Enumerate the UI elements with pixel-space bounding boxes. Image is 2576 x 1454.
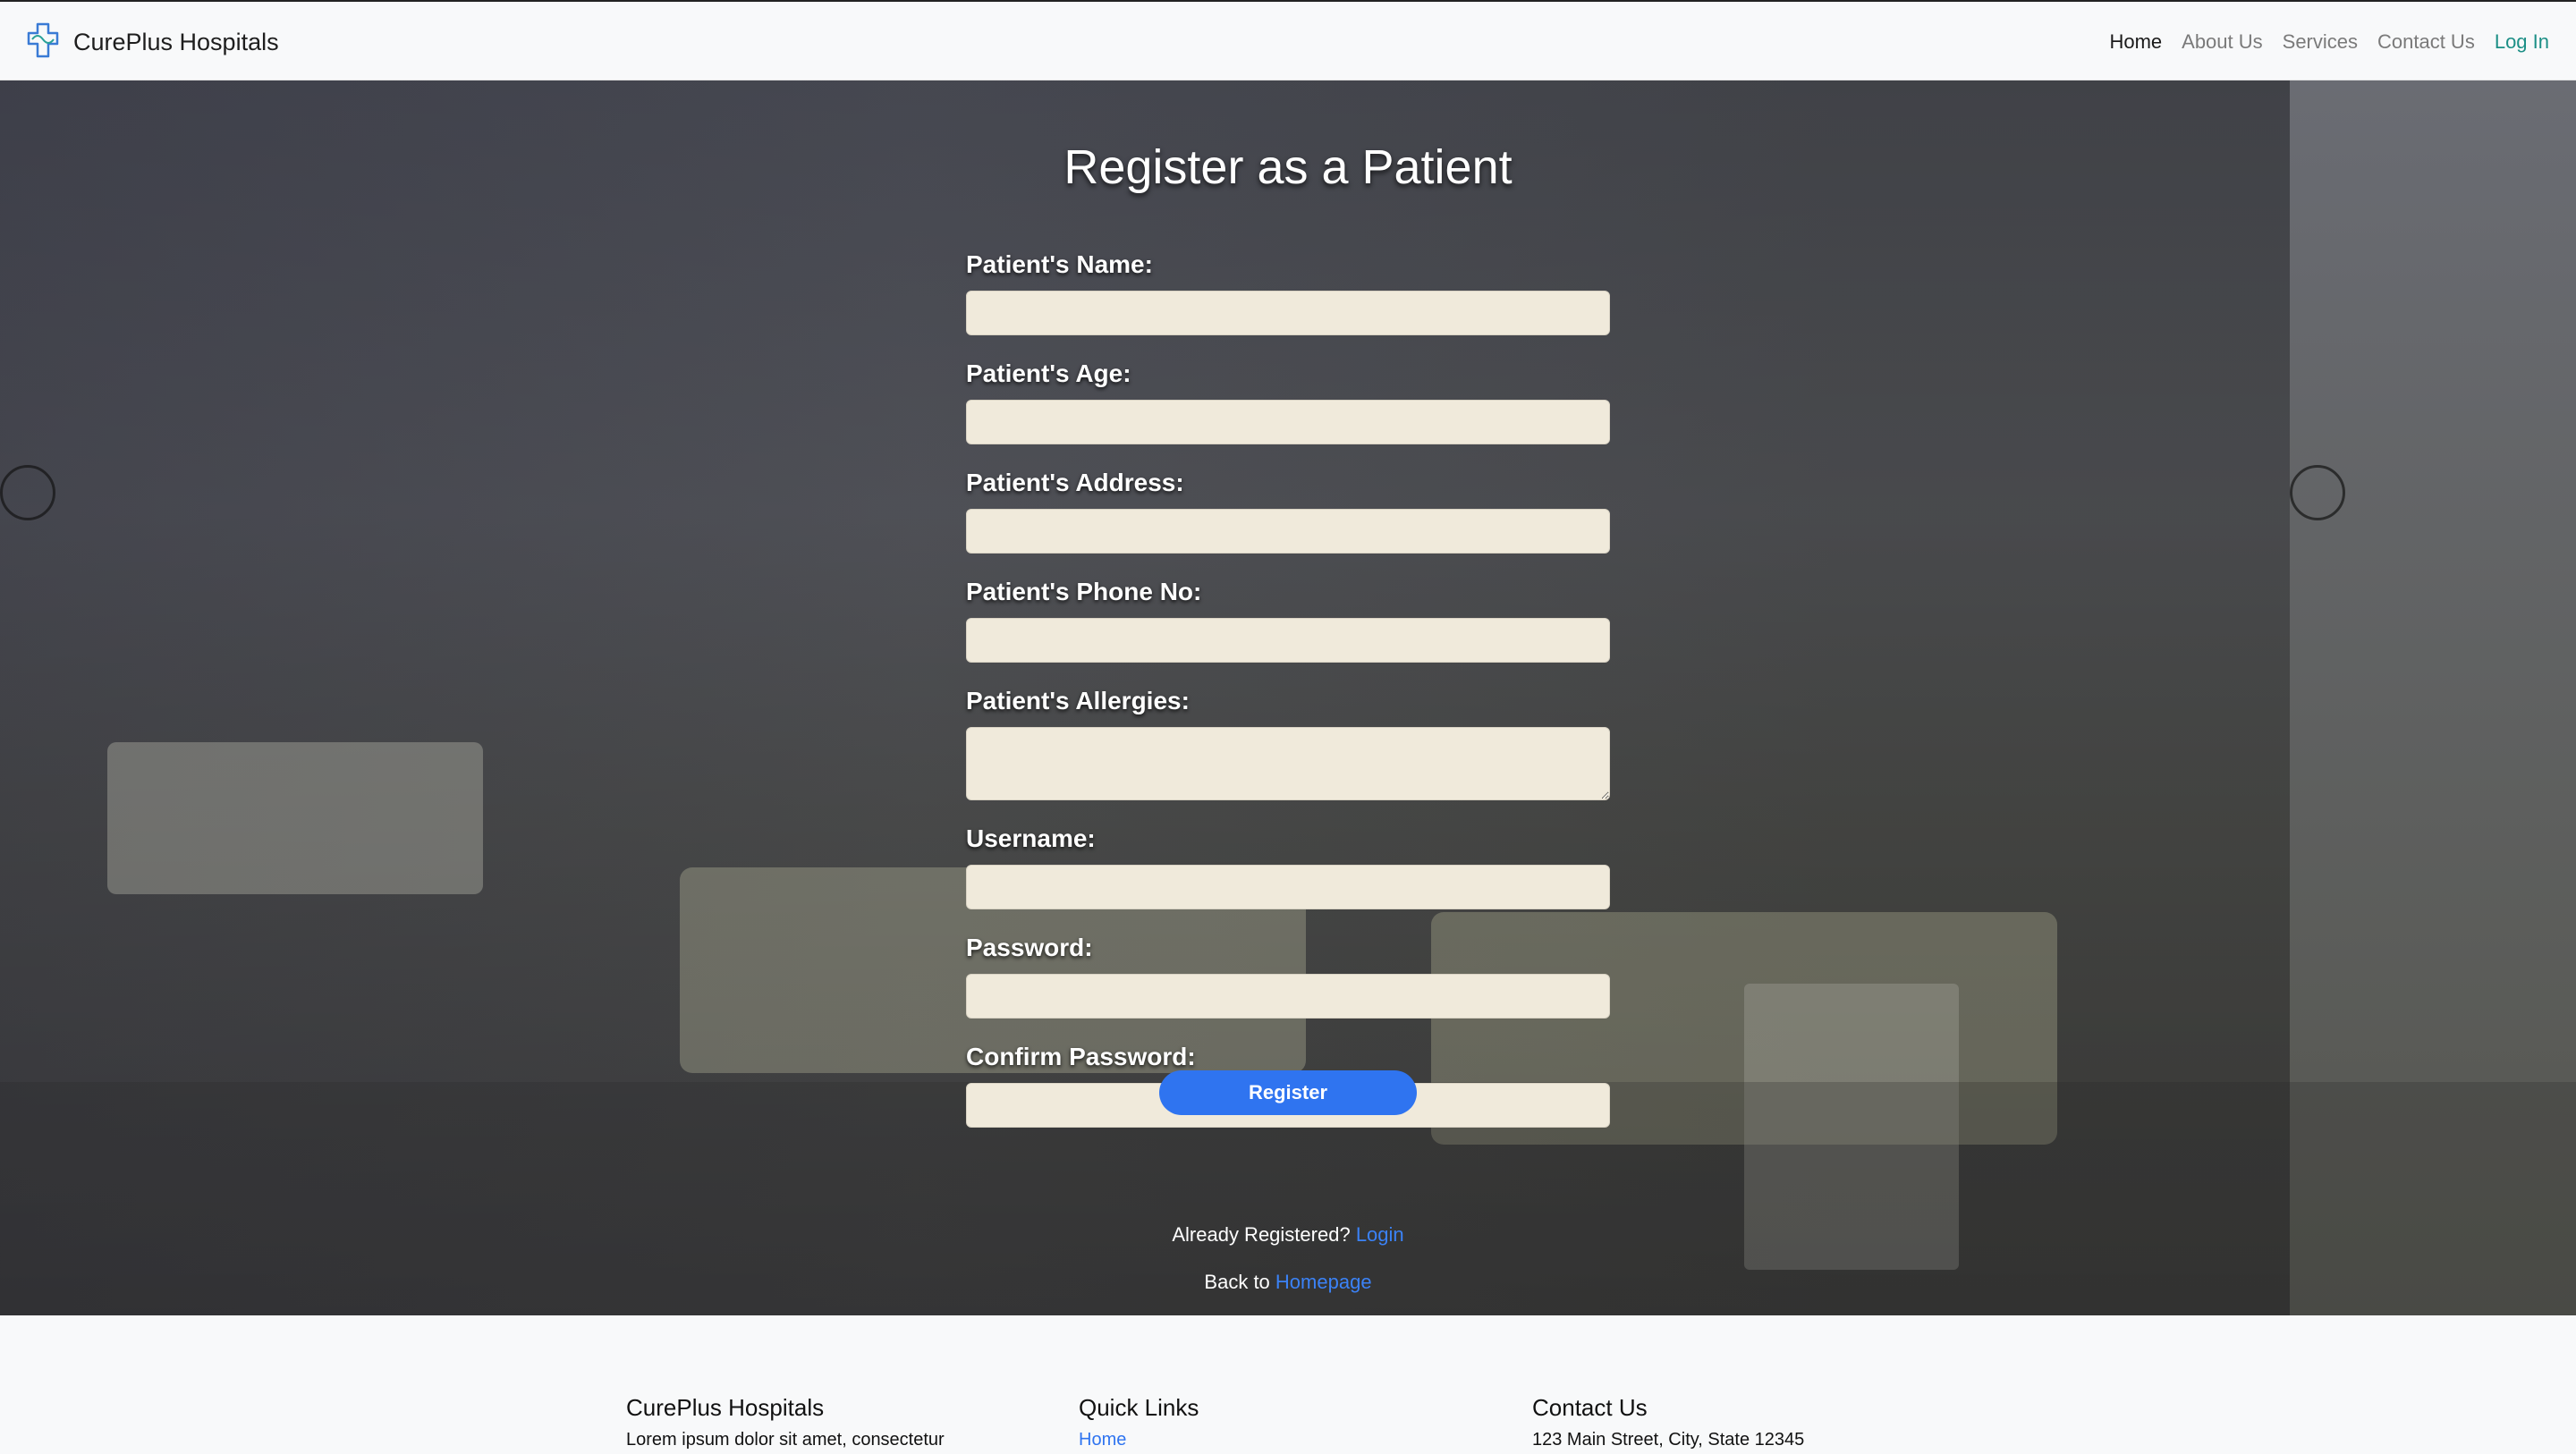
back-to-homepage-line: Back to Homepage <box>0 1271 2576 1294</box>
footer-contact-title: Contact Us <box>1532 1394 1648 1421</box>
brand-name: CurePlus Hospitals <box>73 28 279 55</box>
username-label: Username: <box>966 824 1096 852</box>
footer-contact: Contact Us 123 Main Street, City, State … <box>1532 1394 1804 1450</box>
page-title: Register as a Patient <box>1063 140 1513 194</box>
name-label: Patient's Name: <box>966 250 1153 278</box>
homepage-link[interactable]: Homepage <box>1275 1271 1372 1293</box>
footer-brand-title: CurePlus Hospitals <box>626 1394 825 1421</box>
address-field[interactable] <box>966 509 1610 554</box>
register-button[interactable]: Register <box>1159 1070 1417 1115</box>
footer: CurePlus Hospitals Lorem ipsum dolor sit… <box>0 1315 2576 1454</box>
age-label: Patient's Age: <box>966 359 1131 387</box>
clock-shape <box>0 465 55 520</box>
hero-background: Register as a Patient Patient's Name: Pa… <box>0 80 2576 1315</box>
address-label: Patient's Address: <box>966 469 1184 496</box>
age-field[interactable] <box>966 400 1610 444</box>
footer-quick-links-title: Quick Links <box>1079 1394 1199 1421</box>
footer-address: 123 Main Street, City, State 12345 <box>1532 1430 1805 1450</box>
username-field[interactable] <box>966 865 1610 909</box>
phone-label: Patient's Phone No: <box>966 578 1202 605</box>
back-to-text: Back to <box>1204 1271 1270 1293</box>
password-label: Password: <box>966 934 1093 961</box>
name-field[interactable] <box>966 291 1610 335</box>
navbar: CurePlus Hospitals Home About Us Service… <box>0 2 2576 80</box>
already-registered-text: Already Registered? <box>1172 1223 1351 1246</box>
nav-services[interactable]: Services <box>2283 29 2358 55</box>
nav-about-us[interactable]: About Us <box>2182 29 2263 55</box>
brand[interactable]: CurePlus Hospitals <box>25 21 279 63</box>
already-registered-line: Already Registered? Login <box>0 1223 2576 1247</box>
allergies-field[interactable] <box>966 727 1610 800</box>
allergies-label: Patient's Allergies: <box>966 687 1190 714</box>
registration-form: Patient's Name: Patient's Age: Patient's… <box>966 250 1610 1152</box>
footer-about: CurePlus Hospitals Lorem ipsum dolor sit… <box>626 1394 945 1450</box>
nav-links: Home About Us Services Contact Us Log In <box>2089 29 2549 55</box>
bed-shape <box>107 742 483 894</box>
footer-brand-text: Lorem ipsum dolor sit amet, consectetur <box>626 1430 945 1450</box>
nav-log-in[interactable]: Log In <box>2495 29 2549 55</box>
confirm-password-label: Confirm Password: <box>966 1043 1196 1070</box>
footer-quick-links: Quick Links Home <box>1079 1394 1199 1450</box>
clock-shape <box>2290 465 2345 520</box>
footer-link-home[interactable]: Home <box>1079 1430 1126 1450</box>
login-link[interactable]: Login <box>1356 1223 1404 1246</box>
phone-field[interactable] <box>966 618 1610 663</box>
nav-contact-us[interactable]: Contact Us <box>2377 29 2475 55</box>
nav-home[interactable]: Home <box>2109 29 2162 55</box>
password-field[interactable] <box>966 974 1610 1019</box>
hospital-cross-icon <box>25 21 61 63</box>
